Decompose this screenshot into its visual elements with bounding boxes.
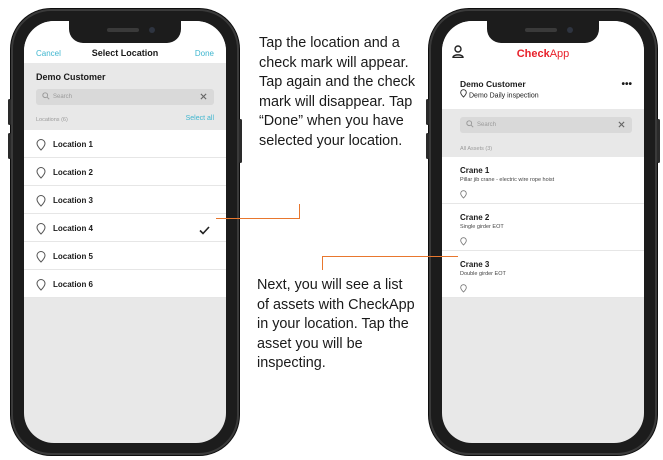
search-placeholder: Search bbox=[477, 122, 497, 128]
app-logo: CheckApp bbox=[516, 48, 570, 60]
more-horizontal-icon[interactable]: ••• bbox=[621, 79, 632, 90]
volume-down-button bbox=[8, 133, 11, 159]
asset-description: Single girder EOT bbox=[460, 224, 504, 230]
search-placeholder: Search bbox=[53, 94, 73, 100]
asset-list: Crane 1 Pillar jib crane - electric wire… bbox=[442, 157, 644, 298]
search-icon bbox=[466, 120, 474, 130]
phone-notch bbox=[69, 21, 181, 43]
connector-line-asset-vertical bbox=[322, 256, 323, 270]
location-row-2[interactable]: Location 2 bbox=[24, 158, 226, 186]
power-button bbox=[657, 119, 660, 163]
checkmark-icon bbox=[199, 222, 210, 240]
map-pin-icon bbox=[36, 194, 46, 212]
location-row-4[interactable]: Location 4 bbox=[24, 214, 226, 242]
map-pin-icon bbox=[36, 138, 46, 156]
asset-row-2[interactable]: Crane 2 Single girder EOT bbox=[442, 204, 644, 251]
phone-frame-right: CheckApp Demo Customer ••• Demo Daily in… bbox=[426, 9, 660, 455]
location-row-6[interactable]: Location 6 bbox=[24, 270, 226, 298]
location-row-3[interactable]: Location 3 bbox=[24, 186, 226, 214]
close-icon[interactable] bbox=[200, 93, 207, 102]
asset-description: Pillar jib crane - electric wire rope ho… bbox=[460, 177, 555, 183]
phone-frame-left: Cancel Select Location Done Demo Custome… bbox=[8, 9, 242, 455]
close-icon[interactable] bbox=[618, 121, 625, 130]
customer-name: Demo Customer bbox=[36, 72, 106, 82]
asset-row-3[interactable]: Crane 3 Double girder EOT bbox=[442, 251, 644, 298]
asset-row-1[interactable]: Crane 1 Pillar jib crane - electric wire… bbox=[442, 157, 644, 204]
location-label: Location 2 bbox=[53, 168, 94, 177]
map-pin-icon bbox=[460, 233, 467, 251]
search-input[interactable]: Search bbox=[460, 117, 632, 133]
screen-asset-list: CheckApp Demo Customer ••• Demo Daily in… bbox=[442, 21, 644, 443]
map-pin-icon bbox=[460, 89, 467, 100]
inspection-name: Demo Daily inspection bbox=[460, 89, 539, 100]
instruction-step-1: Tap the location and a check mark will a… bbox=[259, 35, 416, 149]
search-input[interactable]: Search bbox=[36, 89, 214, 105]
map-pin-icon bbox=[36, 166, 46, 184]
map-pin-icon bbox=[36, 278, 46, 296]
map-pin-icon bbox=[460, 280, 467, 298]
location-label: Location 3 bbox=[53, 196, 94, 205]
connector-line-asset bbox=[322, 256, 458, 257]
customer-name: Demo Customer bbox=[460, 79, 526, 89]
location-label: Location 6 bbox=[53, 280, 94, 289]
connector-line-location bbox=[216, 218, 300, 219]
select-all-button[interactable]: Select all bbox=[186, 115, 214, 122]
location-row-1[interactable]: Location 1 bbox=[24, 130, 226, 158]
volume-down-button bbox=[426, 133, 429, 159]
map-pin-icon bbox=[36, 222, 46, 240]
screen-select-location: Cancel Select Location Done Demo Custome… bbox=[24, 21, 226, 443]
locations-count-label: Locations (6) bbox=[36, 117, 68, 123]
assets-count-label: All Assets (3) bbox=[460, 146, 493, 152]
asset-description: Double girder EOT bbox=[460, 271, 506, 277]
map-pin-icon bbox=[36, 250, 46, 268]
power-button bbox=[239, 119, 242, 163]
asset-name: Crane 1 bbox=[460, 166, 490, 175]
map-pin-icon bbox=[460, 186, 467, 204]
done-button[interactable]: Done bbox=[195, 49, 214, 58]
asset-name: Crane 3 bbox=[460, 260, 490, 269]
instruction-step-2: Next, you will see a list of assets with… bbox=[257, 277, 415, 371]
connector-line-location-vertical bbox=[299, 204, 300, 219]
location-list: Location 1 Location 2 Location 3 Locatio… bbox=[24, 130, 226, 298]
location-label: Location 4 bbox=[53, 224, 94, 233]
volume-up-button bbox=[426, 99, 429, 125]
phone-notch bbox=[487, 21, 599, 43]
volume-up-button bbox=[8, 99, 11, 125]
location-row-5[interactable]: Location 5 bbox=[24, 242, 226, 270]
location-label: Location 1 bbox=[53, 140, 94, 149]
search-icon bbox=[42, 92, 50, 102]
asset-name: Crane 2 bbox=[460, 213, 490, 222]
location-label: Location 5 bbox=[53, 252, 94, 261]
